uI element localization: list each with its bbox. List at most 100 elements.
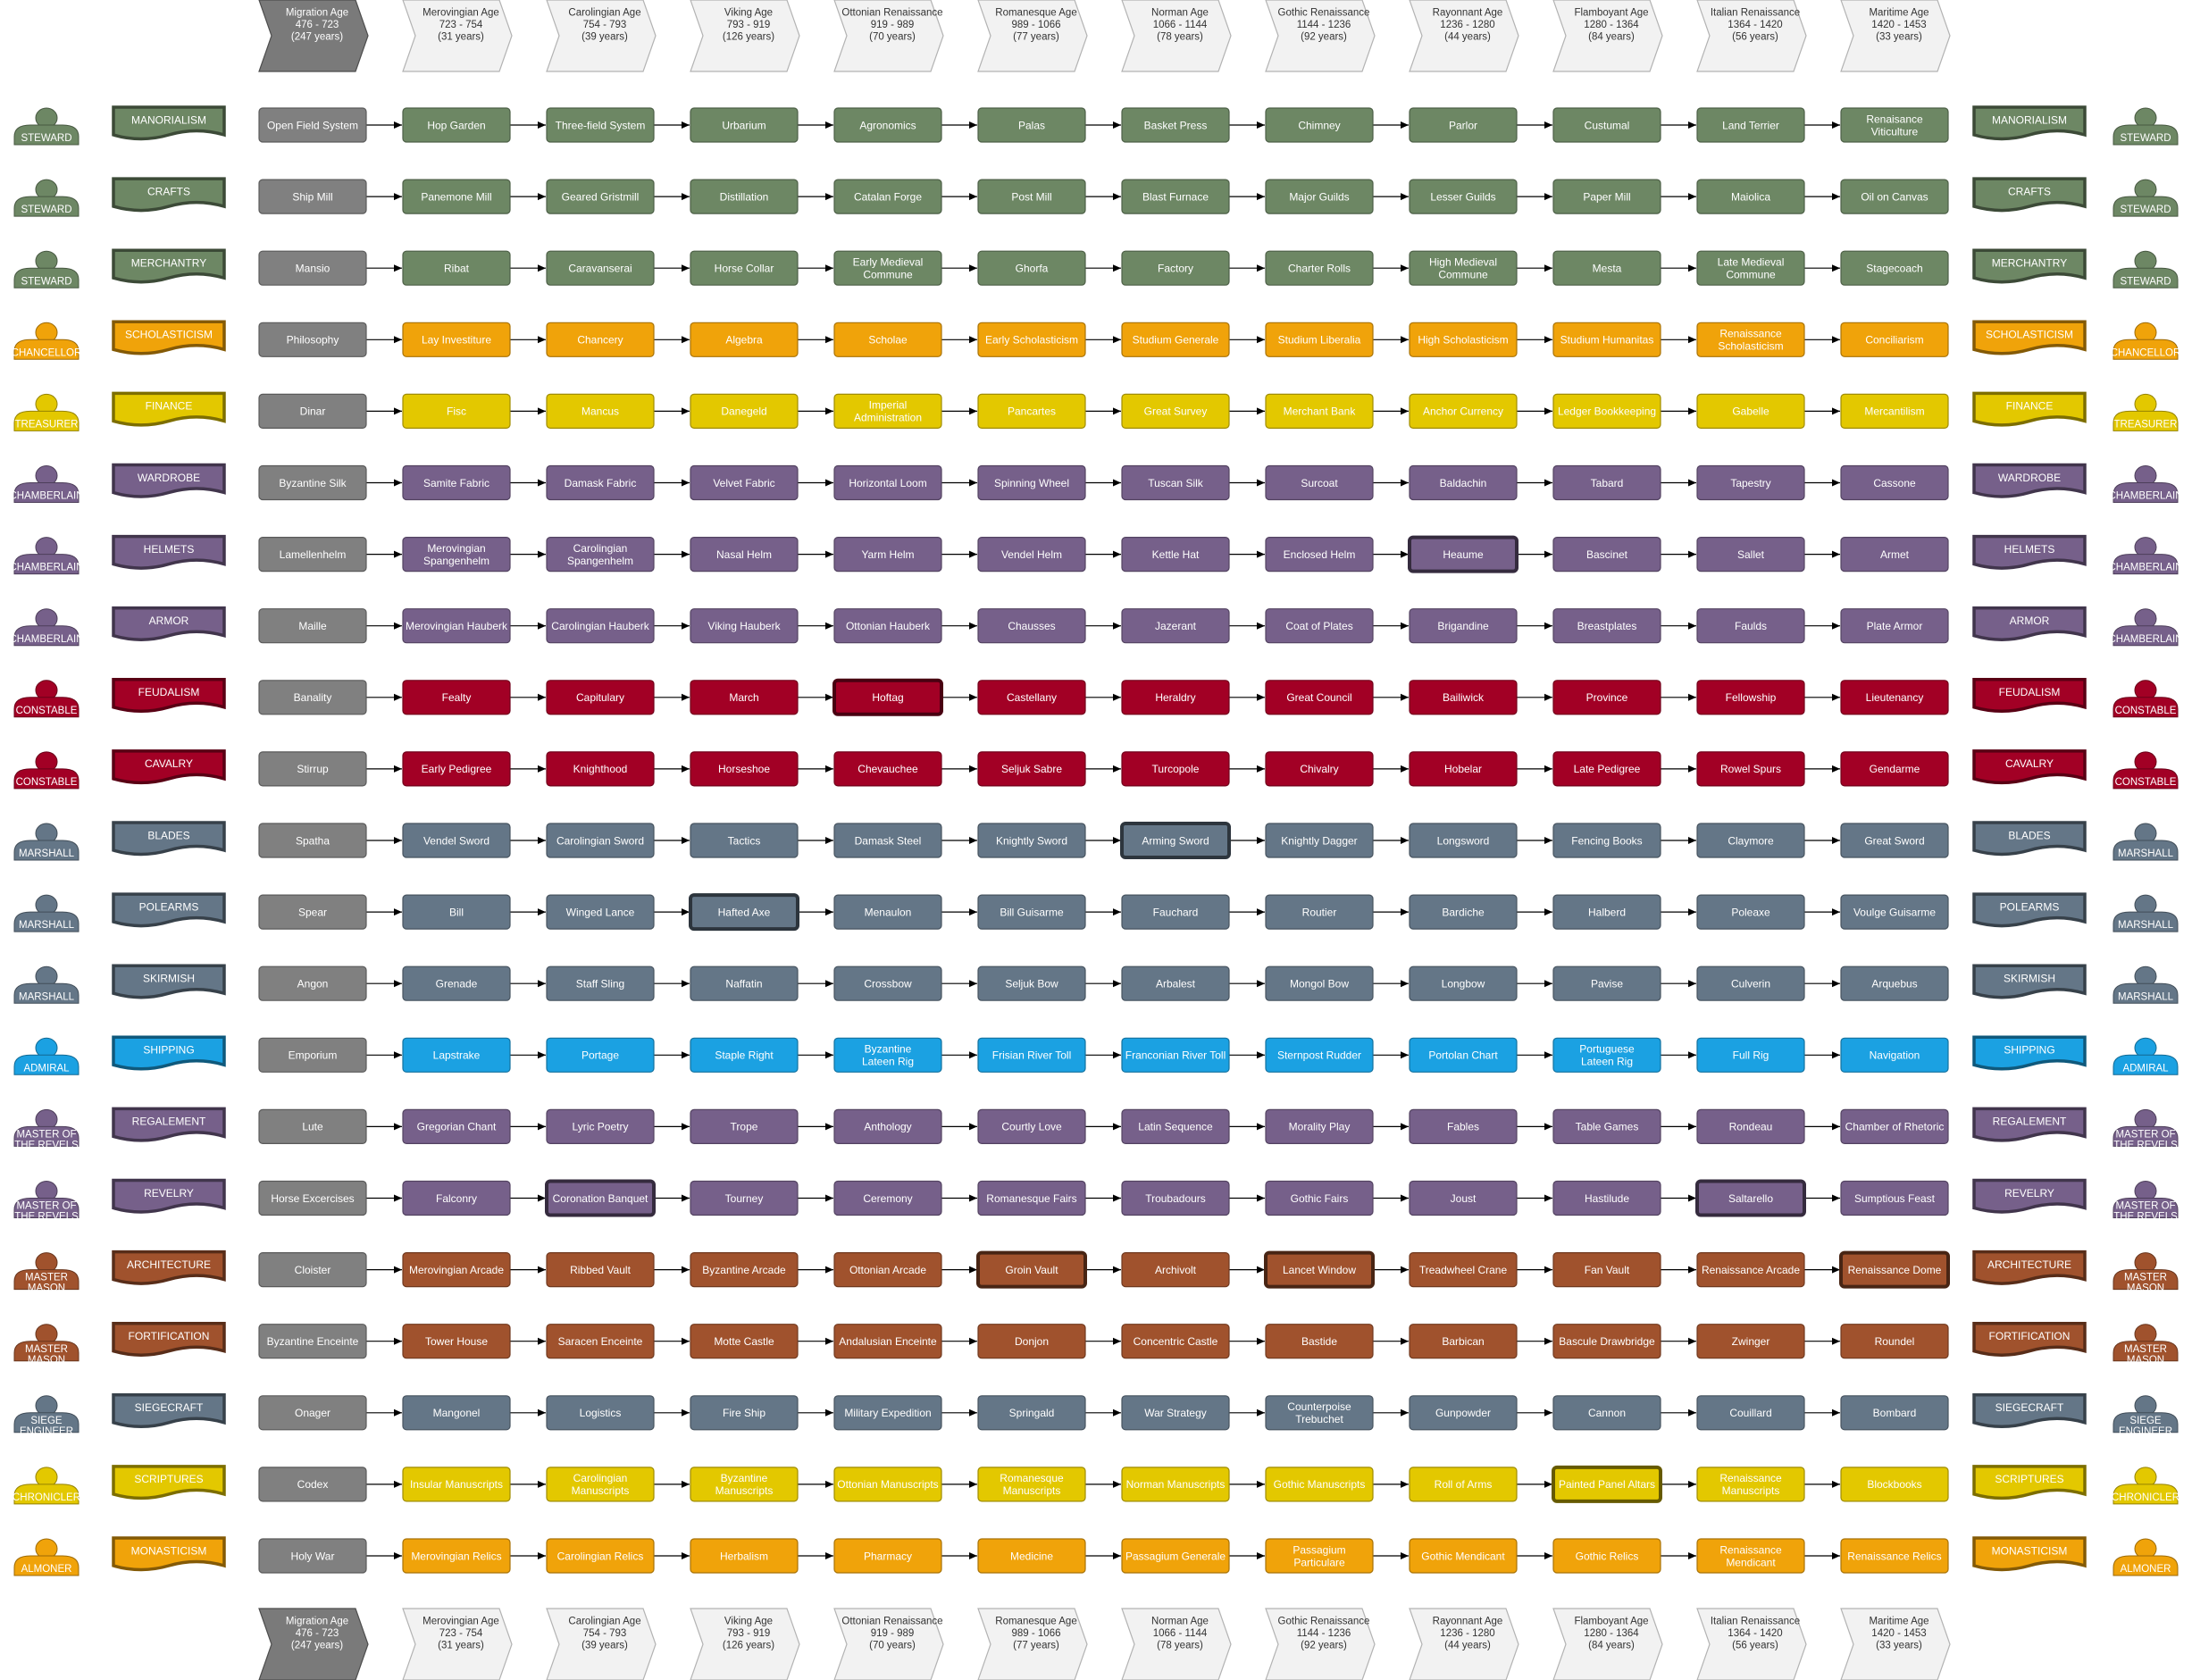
tech-oil-on-canvas[interactable]: Oil on Canvas — [1840, 179, 1949, 214]
tech-renaissance-scholasticism[interactable]: Renaissance Scholasticism — [1696, 322, 1805, 357]
tech-angon[interactable]: Angon — [258, 965, 367, 1001]
tech-gendarme[interactable]: Gendarme — [1840, 751, 1949, 787]
tech-emporium[interactable]: Emporium — [258, 1037, 367, 1073]
tech-longbow[interactable]: Longbow — [1409, 965, 1518, 1001]
tech-tower-house[interactable]: Tower House — [402, 1324, 511, 1359]
tech-horseshoe[interactable]: Horseshoe — [690, 751, 799, 787]
tech-algebra[interactable]: Algebra — [690, 322, 799, 357]
tech-knighthood[interactable]: Knighthood — [546, 751, 655, 787]
tech-damask-fabric[interactable]: Damask Fabric — [546, 464, 655, 501]
tech-gothic-fairs[interactable]: Gothic Fairs — [1265, 1180, 1374, 1216]
tech-great-sword[interactable]: Great Sword — [1840, 823, 1949, 858]
tech-springald[interactable]: Springald — [977, 1395, 1086, 1431]
tech-agronomics[interactable]: Agronomics — [833, 107, 942, 143]
tech-renaissance-manuscripts[interactable]: Renaissance Manuscripts — [1696, 1467, 1805, 1502]
tech-norman-manuscripts[interactable]: Norman Manuscripts — [1121, 1467, 1230, 1502]
tech-anthology[interactable]: Anthology — [833, 1108, 942, 1145]
tech-romanesque-manuscripts[interactable]: Romanesque Manuscripts — [977, 1467, 1086, 1502]
tech-late-pedigree[interactable]: Late Pedigree — [1552, 751, 1661, 787]
tech-samite-fabric[interactable]: Samite Fabric — [402, 464, 511, 501]
tech-portuguese-lateen-rig[interactable]: Portuguese Lateen Rig — [1552, 1037, 1661, 1073]
tech-lancet-window[interactable]: Lancet Window — [1264, 1250, 1375, 1289]
tech-mongol-bow[interactable]: Mongol Bow — [1265, 965, 1374, 1001]
tech-hop-garden[interactable]: Hop Garden — [402, 107, 511, 143]
tech-fauchard[interactable]: Fauchard — [1121, 894, 1230, 930]
tech-zwinger[interactable]: Zwinger — [1696, 1324, 1805, 1359]
tech-lapstrake[interactable]: Lapstrake — [402, 1037, 511, 1073]
tech-tuscan-silk[interactable]: Tuscan Silk — [1121, 464, 1230, 501]
tech-table-games[interactable]: Table Games — [1552, 1108, 1661, 1145]
tech-naffatin[interactable]: Naffatin — [690, 965, 799, 1001]
tech-horse-excercises[interactable]: Horse Excercises — [258, 1180, 367, 1216]
tech-archivolt[interactable]: Archivolt — [1121, 1251, 1230, 1288]
tech-mansio[interactable]: Mansio — [258, 250, 367, 286]
tech-imperial-administration[interactable]: Imperial Administration — [833, 393, 942, 429]
tech-blast-furnace[interactable]: Blast Furnace — [1121, 179, 1230, 214]
tech-ottonian-arcade[interactable]: Ottonian Arcade — [833, 1251, 942, 1288]
tech-kettle-hat[interactable]: Kettle Hat — [1121, 536, 1230, 573]
tech-gothic-mendicant[interactable]: Gothic Mendicant — [1409, 1538, 1518, 1574]
tech-breastplates[interactable]: Breastplates — [1552, 608, 1661, 644]
tech-renaissance-mendicant[interactable]: Renaissance Mendicant — [1696, 1538, 1805, 1574]
tech-capitulary[interactable]: Capitulary — [546, 680, 655, 715]
tech-catalan-forge[interactable]: Catalan Forge — [833, 179, 942, 214]
tech-nasal-helm[interactable]: Nasal Helm — [690, 536, 799, 573]
tech-spinning-wheel[interactable]: Spinning Wheel — [977, 464, 1086, 501]
tech-stagecoach[interactable]: Stagecoach — [1840, 250, 1949, 286]
tech-cannon[interactable]: Cannon — [1552, 1395, 1661, 1431]
tech-banality[interactable]: Banality — [258, 680, 367, 715]
tech-charter-rolls[interactable]: Charter Rolls — [1265, 250, 1374, 286]
tech-coronation-banquet[interactable]: Coronation Banquet — [545, 1179, 656, 1217]
tech-mesta[interactable]: Mesta — [1552, 250, 1661, 286]
tech-franconian-river-toll[interactable]: Franconian River Toll — [1121, 1037, 1230, 1073]
tech-crossbow[interactable]: Crossbow — [833, 965, 942, 1001]
tech-enclosed-helm[interactable]: Enclosed Helm — [1265, 536, 1374, 573]
tech-tabard[interactable]: Tabard — [1552, 464, 1661, 501]
tech-brigandine[interactable]: Brigandine — [1409, 608, 1518, 644]
tech-basket-press[interactable]: Basket Press — [1121, 107, 1230, 143]
tech-scholae[interactable]: Scholae — [833, 322, 942, 357]
tech-concentric-castle[interactable]: Concentric Castle — [1121, 1324, 1230, 1359]
tech-pavise[interactable]: Pavise — [1552, 965, 1661, 1001]
tech-arquebus[interactable]: Arquebus — [1840, 965, 1949, 1001]
tech-saltarello[interactable]: Saltarello — [1695, 1179, 1806, 1217]
tech-ghorfa[interactable]: Ghorfa — [977, 250, 1086, 286]
tech-great-survey[interactable]: Great Survey — [1121, 393, 1230, 429]
tech-codex[interactable]: Codex — [258, 1467, 367, 1502]
tech-seljuk-bow[interactable]: Seljuk Bow — [977, 965, 1086, 1001]
tech-baldachin[interactable]: Baldachin — [1409, 464, 1518, 501]
tech-philosophy[interactable]: Philosophy — [258, 322, 367, 357]
tech-maille[interactable]: Maille — [258, 608, 367, 644]
tech-andalusian-enceinte[interactable]: Andalusian Enceinte — [833, 1324, 942, 1359]
tech-byzantine-manuscripts[interactable]: Byzantine Manuscripts — [690, 1467, 799, 1502]
tech-seljuk-sabre[interactable]: Seljuk Sabre — [977, 751, 1086, 787]
tech-lyric-poetry[interactable]: Lyric Poetry — [546, 1108, 655, 1145]
tech-merovingian-hauberk[interactable]: Merovingian Hauberk — [402, 608, 511, 644]
tech-coat-of-plates[interactable]: Coat of Plates — [1265, 608, 1374, 644]
tech-chancery[interactable]: Chancery — [546, 322, 655, 357]
tech-plate-armor[interactable]: Plate Armor — [1840, 608, 1949, 644]
tech-spear[interactable]: Spear — [258, 894, 367, 930]
tech-roll-of-arms[interactable]: Roll of Arms — [1409, 1467, 1518, 1502]
tech-chivalry[interactable]: Chivalry — [1265, 751, 1374, 787]
tech-urbarium[interactable]: Urbarium — [690, 107, 799, 143]
tech-bill[interactable]: Bill — [402, 894, 511, 930]
tech-velvet-fabric[interactable]: Velvet Fabric — [690, 464, 799, 501]
tech-sternpost-rudder[interactable]: Sternpost Rudder — [1265, 1037, 1374, 1073]
tech-medicine[interactable]: Medicine — [977, 1538, 1086, 1574]
tech-custumal[interactable]: Custumal — [1552, 107, 1661, 143]
tech-tactics[interactable]: Tactics — [690, 823, 799, 858]
tech-fables[interactable]: Fables — [1409, 1108, 1518, 1145]
tech-studium-humanitas[interactable]: Studium Humanitas — [1552, 322, 1661, 357]
tech-ribbed-vault[interactable]: Ribbed Vault — [546, 1251, 655, 1288]
tech-logistics[interactable]: Logistics — [546, 1395, 655, 1431]
tech-palas[interactable]: Palas — [977, 107, 1086, 143]
tech-paper-mill[interactable]: Paper Mill — [1552, 179, 1661, 214]
tech-tourney[interactable]: Tourney — [690, 1180, 799, 1216]
tech-passagium-generale[interactable]: Passagium Generale — [1121, 1538, 1230, 1574]
tech-portage[interactable]: Portage — [546, 1037, 655, 1073]
tech-portolan-chart[interactable]: Portolan Chart — [1409, 1037, 1518, 1073]
tech-pancartes[interactable]: Pancartes — [977, 393, 1086, 429]
tech-barbican[interactable]: Barbican — [1409, 1324, 1518, 1359]
tech-early-pedigree[interactable]: Early Pedigree — [402, 751, 511, 787]
